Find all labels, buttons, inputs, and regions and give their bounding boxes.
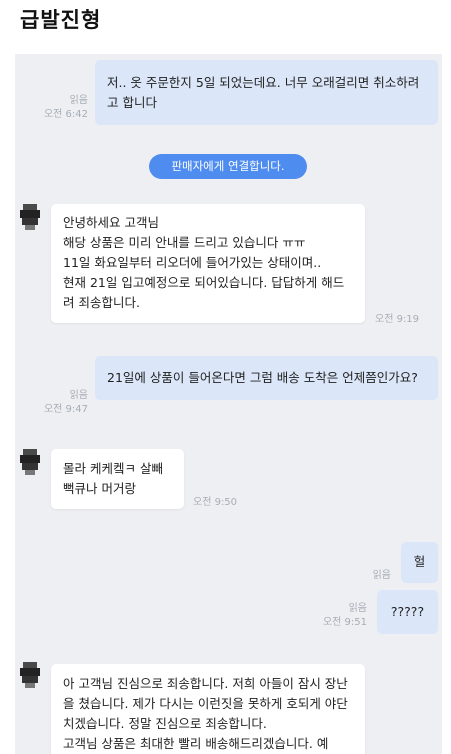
connect-seller-button[interactable]: 판매자에게 연결합니다. [149,154,307,179]
read-status: 읽음 [348,603,367,614]
seller-avatar [18,449,44,477]
read-status: 읽음 [372,570,391,581]
message-time: 오전 9:51 [322,617,367,628]
message-time: 오전 9:47 [43,404,88,415]
message-time: 오전 9:19 [375,314,420,325]
message-time: 오전 6:42 [43,109,88,120]
incoming-message: 몰라 케케켘ㅋ 살빼 뻑큐나 머거랑 [51,449,184,509]
read-status: 읽음 [69,95,88,106]
outgoing-message: 21일에 상품이 들어온다면 그럼 배송 도착은 언제쯤인가요? [95,356,438,400]
outgoing-message: 헐 [401,542,438,583]
outgoing-message: 저.. 옷 주문한지 5일 되었는데요. 너무 오래걸리면 취소하려고 합니다 [95,60,438,125]
seller-avatar [18,204,44,232]
message-time: 오전 9:50 [193,497,238,508]
incoming-message: 아 고객님 진심으로 죄송합니다. 저희 아들이 잠시 장난을 쳤습니다. 제가… [51,664,365,754]
message-meta: 읽음 오전 9:51 [297,602,367,630]
outgoing-message: ????? [377,590,438,634]
message-meta: 읽음 오전 9:47 [28,389,88,417]
chat-window[interactable]: 읽음 오전 6:42 저.. 옷 주문한지 5일 되었는데요. 너무 오래걸리면… [15,54,442,754]
message-meta: 읽음 오전 6:42 [28,94,88,122]
seller-avatar [18,662,44,690]
read-status: 읽음 [69,390,88,401]
incoming-message: 안녕하세요 고객님 해당 상품은 미리 안내를 드리고 있습니다 ㅠㅠ 11일 … [51,204,365,323]
page-title: 급발진형 [20,8,102,32]
